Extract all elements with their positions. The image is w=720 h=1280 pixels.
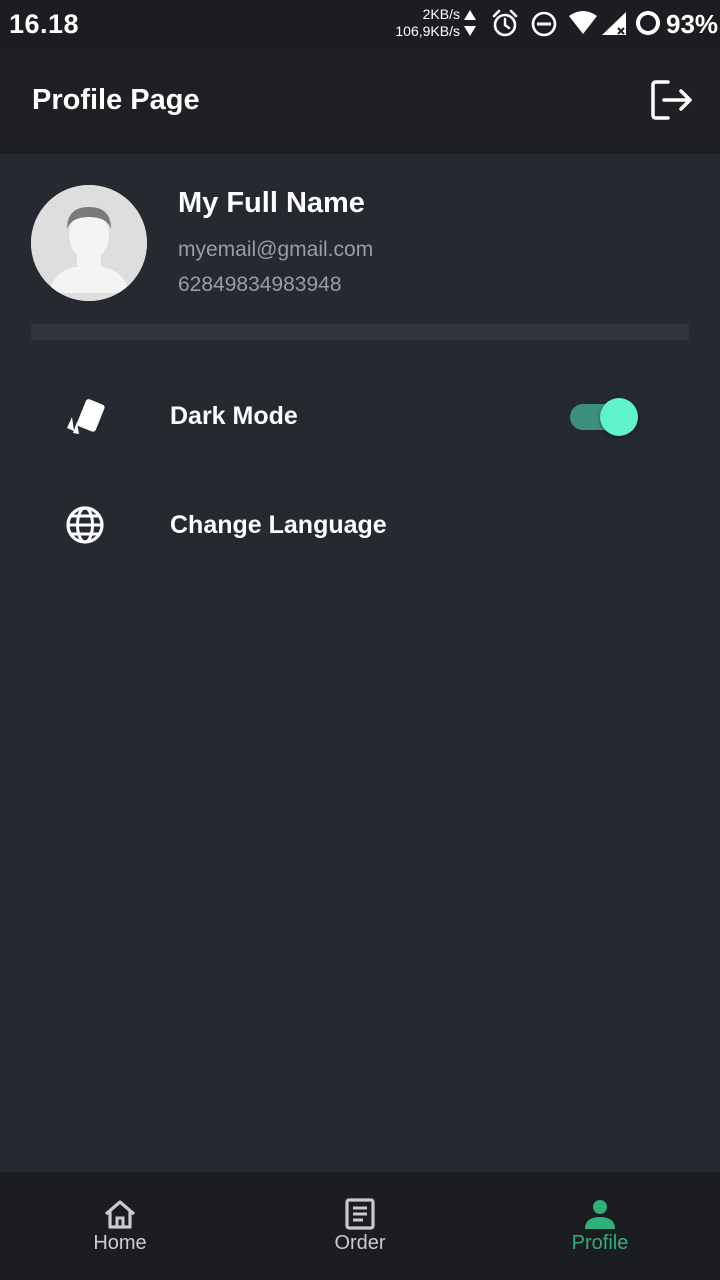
nav-item-home[interactable]: Home bbox=[0, 1172, 240, 1280]
network-arrows-icon bbox=[464, 10, 476, 36]
order-list-icon bbox=[345, 1198, 375, 1230]
bottom-navigation: Home Order Profile bbox=[0, 1172, 720, 1280]
section-divider bbox=[31, 324, 689, 340]
do-not-disturb-icon bbox=[531, 11, 557, 37]
profile-email: myemail@gmail.com bbox=[178, 238, 374, 261]
battery-icon bbox=[636, 11, 660, 35]
profile-name: My Full Name bbox=[178, 187, 365, 219]
nav-label-profile: Profile bbox=[571, 1232, 629, 1254]
wifi-icon bbox=[569, 11, 597, 34]
person-icon bbox=[585, 1200, 615, 1229]
status-bar: 16.18 2KB/s 106,9KB/s 93% bbox=[0, 0, 720, 48]
nav-label-home: Home bbox=[93, 1232, 147, 1254]
page-title: Profile Page bbox=[32, 84, 200, 116]
alarm-icon bbox=[492, 9, 518, 37]
network-speed: 2KB/s 106,9KB/s bbox=[380, 6, 460, 40]
default-avatar-icon bbox=[31, 185, 147, 301]
menu-item-change-language[interactable]: Change Language bbox=[0, 480, 720, 570]
battery-percentage: 93% bbox=[666, 9, 719, 39]
nav-item-profile[interactable]: Profile bbox=[480, 1172, 720, 1280]
menu-item-label: Dark Mode bbox=[170, 402, 298, 430]
logout-icon bbox=[651, 80, 692, 120]
download-speed: 106,9KB/s bbox=[395, 23, 460, 39]
toggle-thumb bbox=[600, 398, 638, 436]
logout-button[interactable] bbox=[646, 78, 698, 122]
cellular-signal-icon bbox=[602, 12, 626, 35]
nav-label-order: Order bbox=[334, 1232, 386, 1254]
avatar[interactable] bbox=[31, 185, 147, 301]
nav-item-order[interactable]: Order bbox=[240, 1172, 480, 1280]
status-icons bbox=[492, 9, 660, 37]
dark-mode-toggle[interactable] bbox=[568, 397, 640, 437]
globe-icon bbox=[66, 506, 104, 544]
upload-speed: 2KB/s bbox=[422, 6, 460, 22]
menu-item-label: Change Language bbox=[170, 511, 387, 539]
theme-cards-icon bbox=[67, 399, 105, 434]
home-icon bbox=[104, 1200, 136, 1229]
status-time: 16.18 bbox=[9, 9, 80, 39]
profile-phone: 62849834983948 bbox=[178, 273, 342, 296]
